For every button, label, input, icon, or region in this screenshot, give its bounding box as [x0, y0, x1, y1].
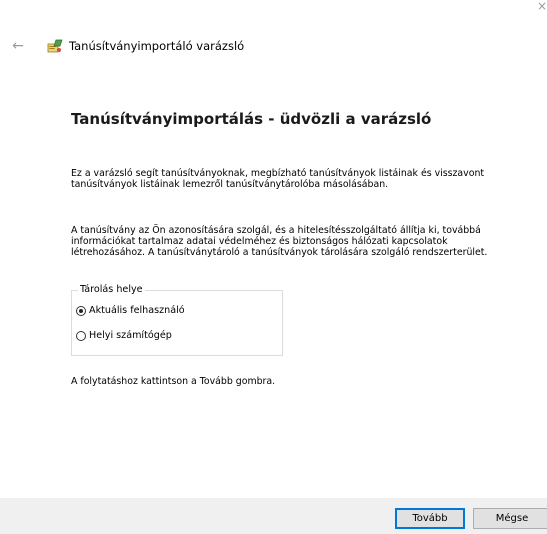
radio-local-machine-label: Helyi számítógép: [89, 330, 172, 341]
description-line-3: létrehozásához. A tanúsítványtároló a ta…: [71, 246, 488, 258]
next-button[interactable]: Tovább: [395, 508, 465, 529]
radio-local-machine[interactable]: Helyi számítógép: [76, 330, 172, 341]
store-location-legend: Tárolás helye: [78, 284, 145, 296]
store-location-group: Tárolás helye Aktuális felhasználó Helyi…: [71, 284, 283, 356]
intro-line-2: tanúsítványok listáinak lemezről tanúsít…: [71, 178, 389, 190]
back-arrow-icon: ←: [12, 38, 24, 54]
radio-selected-icon[interactable]: [76, 305, 86, 316]
window-title: Tanúsítványimportáló varázsló: [69, 39, 245, 53]
radio-current-user-label: Aktuális felhasználó: [89, 305, 185, 316]
certificate-import-wizard: × ← Tanúsítványimportáló varázsló Tanúsí…: [0, 0, 547, 534]
back-button[interactable]: ←: [10, 38, 26, 54]
radio-unselected-icon[interactable]: [76, 330, 86, 341]
radio-current-user[interactable]: Aktuális felhasználó: [76, 305, 185, 316]
certificate-icon: [47, 39, 63, 53]
page-title: Tanúsítványimportálás - üdvözli a varázs…: [71, 110, 432, 128]
description-line-2: információkat tartalmaz adatai védelméhe…: [71, 235, 448, 247]
close-button[interactable]: ×: [531, 0, 547, 18]
wizard-titlebar: ← Tanúsítványimportáló varázsló: [10, 37, 244, 55]
description-paragraph: A tanúsítvány az Ön azonosítására szolgá…: [71, 225, 531, 258]
close-icon: ×: [536, 0, 547, 13]
wizard-footer: Tovább Mégse: [0, 498, 547, 534]
continue-instruction: A folytatáshoz kattintson a Tovább gombr…: [71, 376, 276, 387]
cancel-button[interactable]: Mégse: [473, 508, 547, 529]
intro-paragraph: Ez a varázsló segít tanúsítványoknak, me…: [71, 168, 531, 191]
